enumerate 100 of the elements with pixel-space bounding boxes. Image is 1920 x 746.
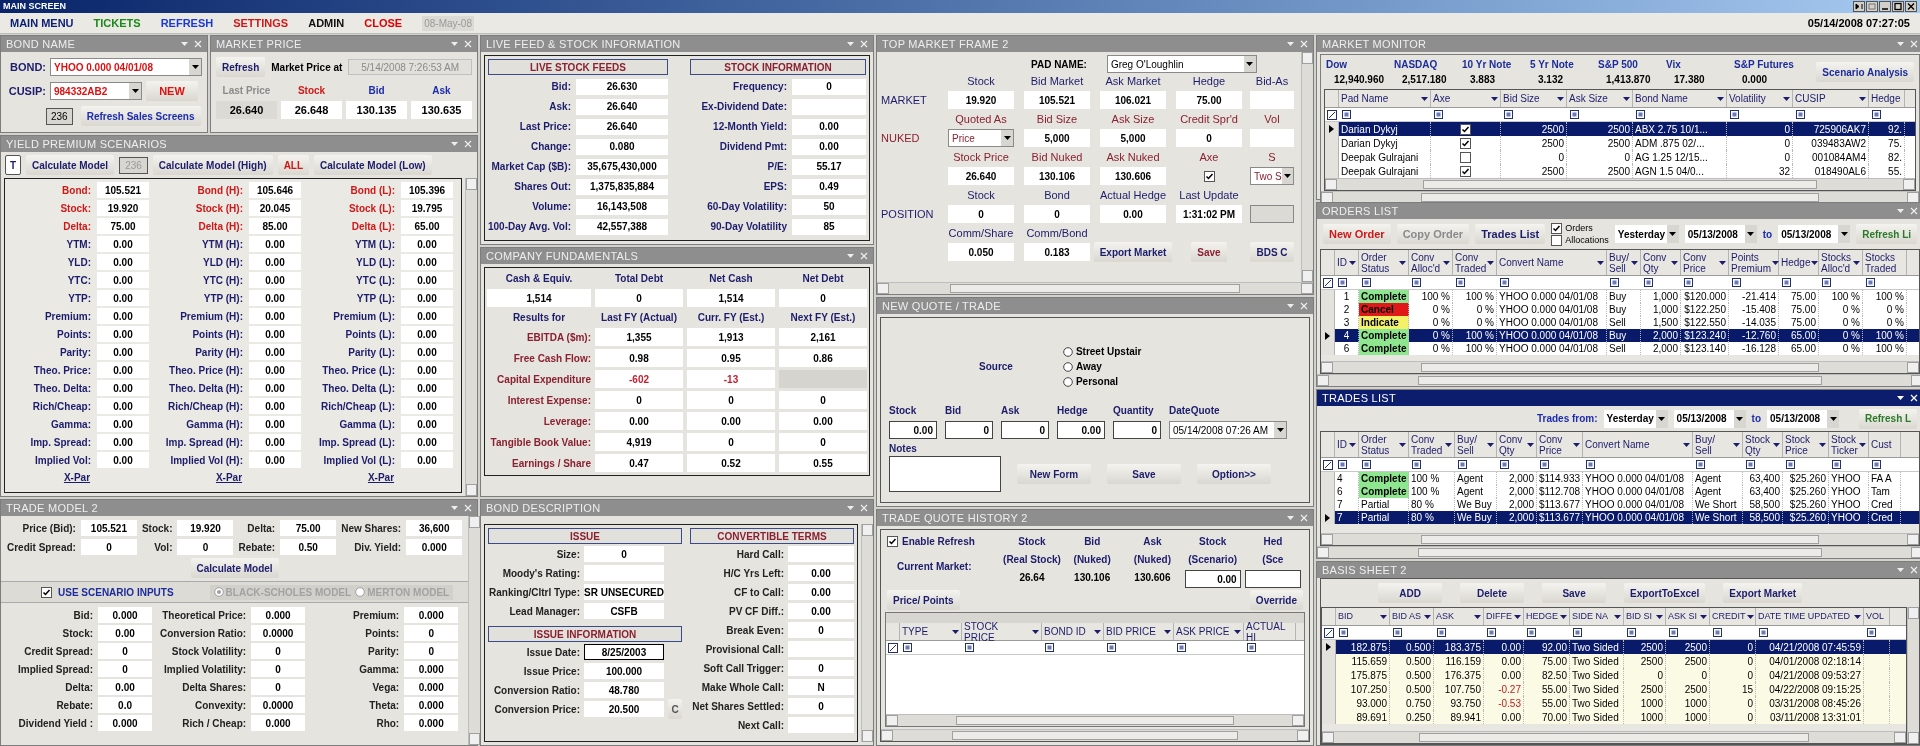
value-field[interactable]: 0 — [595, 289, 683, 307]
filter-icon[interactable] — [1782, 278, 1791, 287]
table-row[interactable]: 182.875 0.500 183.375 0.00 92.00 Two Sided 2500 2500 0 04/21/2008 07:45:59 — [1322, 640, 1907, 654]
value-field[interactable]: 0.00 — [1100, 205, 1166, 223]
value-field[interactable]: 0.86 — [779, 349, 867, 367]
value-field[interactable]: 105.646 — [249, 182, 301, 198]
value-field[interactable]: 0.00 — [249, 236, 301, 252]
value-field[interactable]: 0.00 — [401, 344, 453, 360]
value-field[interactable]: 0.00 — [98, 679, 153, 695]
column-header[interactable]: Bond Name — [1633, 90, 1727, 107]
value-field[interactable]: 0.00 — [687, 412, 775, 430]
value-field[interactable] — [788, 717, 854, 733]
horizontal-scrollbar[interactable] — [1325, 178, 1916, 190]
value-field[interactable]: 50 — [792, 198, 866, 215]
notes-field[interactable] — [889, 456, 1001, 492]
refresh-button[interactable]: Refresh — [216, 57, 266, 77]
filter-icon[interactable] — [1746, 460, 1755, 469]
value-field[interactable]: 0 — [595, 391, 683, 409]
dropdown[interactable]: 05/13/2008 — [1684, 225, 1757, 243]
value-field[interactable]: 0.000 — [404, 607, 459, 623]
column-header[interactable]: Conv Alloc'd — [1409, 250, 1453, 275]
price-points-button[interactable]: Price/ Points — [887, 590, 960, 610]
column-header[interactable]: Cust — [1869, 432, 1901, 457]
value-field[interactable]: 0.50 — [280, 539, 337, 555]
value-field[interactable]: 0.000 — [404, 661, 459, 677]
menu-item[interactable]: TICKETS — [93, 14, 141, 32]
value-field[interactable]: 0.00 — [97, 416, 149, 432]
column-header[interactable]: Hedge — [1779, 250, 1819, 275]
filter-edit-icon[interactable] — [1324, 627, 1334, 638]
vertical-scrollbar[interactable] — [1907, 607, 1920, 744]
horizontal-scrollbar[interactable] — [877, 282, 1313, 294]
horizontal-scrollbar[interactable] — [1321, 533, 1920, 545]
override-button[interactable]: Override — [1249, 590, 1303, 610]
value-field[interactable]: 0.00 — [249, 254, 301, 270]
column-header[interactable]: SIDE NA — [1570, 608, 1624, 625]
column-header[interactable]: Conv Traded — [1409, 432, 1455, 457]
filter-icon[interactable] — [1458, 460, 1467, 469]
value-field[interactable]: 0.00 — [97, 344, 149, 360]
input-field[interactable]: 0.00 — [1184, 570, 1241, 588]
value-field[interactable]: 0.000 — [406, 539, 463, 555]
input-field[interactable]: 0.00 — [1057, 421, 1105, 439]
value-field[interactable]: 0 — [779, 433, 867, 451]
column-header[interactable]: Hedge — [1869, 90, 1905, 107]
column-header[interactable]: HEDGE — [1524, 608, 1570, 625]
column-header[interactable]: Conv Traded — [1453, 250, 1497, 275]
value-field[interactable]: 0 — [251, 643, 306, 659]
menu-item[interactable]: CLOSE — [364, 14, 403, 32]
column-header[interactable]: Stocks Alloc'd — [1819, 250, 1863, 275]
value-field[interactable]: N — [788, 679, 854, 695]
sheet-button[interactable]: ADD — [1378, 583, 1443, 603]
value-field[interactable]: 26.630 — [576, 78, 668, 95]
value-field[interactable]: 0.00 — [97, 434, 149, 450]
checkbox[interactable] — [887, 536, 898, 547]
value-field[interactable]: 100.000 — [584, 663, 664, 679]
filter-icon[interactable] — [1342, 110, 1351, 119]
value-field[interactable]: 0.00 — [401, 236, 453, 252]
value-field[interactable]: 75.00 — [280, 520, 337, 536]
dropdown[interactable]: Yesterday — [1614, 225, 1679, 243]
horizontal-scrollbar[interactable] — [881, 729, 1309, 741]
table-row[interactable]: 175.875 0.500 176.375 0.00 82.50 Two Sided 0 0 0 04/21/2008 09:53:27 — [1322, 668, 1907, 682]
form-button[interactable]: Option>> — [1197, 464, 1271, 484]
calculate-model-button[interactable]: Calculate Model (Low) — [314, 155, 432, 175]
value-field[interactable]: 0.00 — [249, 416, 301, 432]
value-field[interactable]: 0.00 — [98, 625, 153, 641]
value-field[interactable]: 0.00 — [401, 272, 453, 288]
sheet-button[interactable]: ExportToExcel — [1624, 583, 1706, 603]
value-field[interactable]: 0.00 — [401, 452, 453, 468]
value-field[interactable]: 0.080 — [576, 138, 668, 155]
value-field[interactable]: 0.00 — [97, 380, 149, 396]
dropdown[interactable]: 05/13/2008 — [1778, 225, 1851, 243]
column-header[interactable]: ASK PRICE — [1174, 623, 1244, 640]
value-field[interactable]: 36,600 — [406, 520, 463, 536]
checkbox[interactable] — [1551, 222, 1563, 234]
value-field[interactable]: 4,919 — [595, 433, 683, 451]
table-row[interactable]: Deepak Gulrajani 2500 2500 AGN 1.5 04/0... 32 018490AL6 55. — [1325, 164, 1916, 178]
filter-icon[interactable] — [1412, 460, 1421, 469]
value-field[interactable]: 0 — [779, 391, 867, 409]
t-button[interactable]: T — [5, 155, 21, 175]
value-field[interactable]: 48.780 — [584, 682, 664, 698]
filter-icon[interactable] — [1822, 278, 1831, 287]
filter-icon[interactable] — [1796, 110, 1805, 119]
column-header[interactable]: CUSIP — [1793, 90, 1869, 107]
column-header[interactable]: Stocks Traded — [1863, 250, 1907, 275]
value-field[interactable]: 0.00 — [792, 138, 866, 155]
row-checkbox[interactable] — [1460, 137, 1471, 149]
filter-icon[interactable] — [1570, 110, 1579, 119]
column-header[interactable]: Buy/ Sell — [1607, 250, 1641, 275]
calculate-model-button[interactable]: Calculate Model (High) — [152, 155, 273, 175]
horizontal-scrollbar[interactable] — [1322, 731, 1907, 743]
sheet-button[interactable]: Delete — [1460, 583, 1525, 603]
sheet-button[interactable]: Export Market — [1723, 583, 1803, 603]
value-field[interactable]: 0 — [788, 698, 854, 714]
value-field[interactable]: 35,675,430,000 — [576, 158, 668, 175]
value-field[interactable]: 0.00 — [97, 398, 149, 414]
value-field[interactable]: 0.00 — [249, 290, 301, 306]
checkbox[interactable] — [41, 586, 52, 598]
table-row[interactable]: Darian Dykyj 2500 2500 ADM .875 02/... 0 039483AW2 75. — [1325, 136, 1916, 150]
input-field[interactable]: 0.00 — [889, 421, 937, 439]
value-field[interactable]: 0.000 — [98, 715, 153, 731]
filter-icon[interactable] — [1338, 460, 1347, 469]
